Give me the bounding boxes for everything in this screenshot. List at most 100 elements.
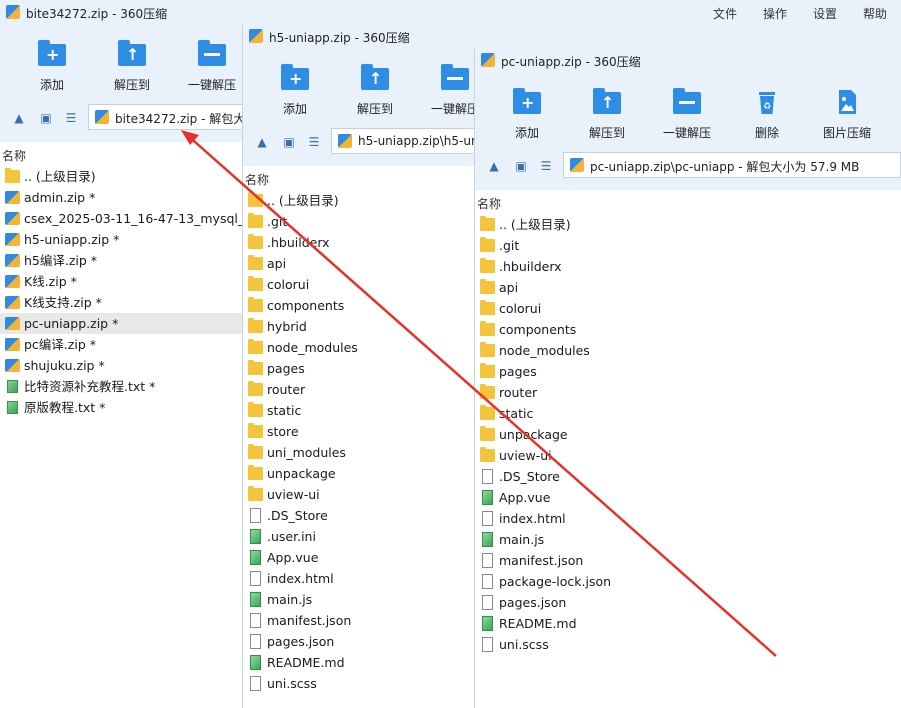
delete-button[interactable]: ♻ 删除 (732, 72, 802, 142)
file-name: api (499, 280, 519, 295)
list-item[interactable]: main.js (475, 529, 901, 550)
one-click-extract-button[interactable]: 一键解压 (177, 24, 247, 94)
list-item[interactable]: App.vue (475, 487, 901, 508)
list-item[interactable]: router (475, 382, 901, 403)
folder-icon (248, 381, 263, 396)
file-name: static (499, 406, 534, 421)
list-item[interactable]: pages (475, 361, 901, 382)
file-name: K线支持.zip * (24, 295, 102, 310)
one-click-folder-icon (198, 40, 226, 66)
zip-icon (338, 134, 352, 148)
list-item[interactable]: uview-ui (475, 445, 901, 466)
list-item[interactable]: package-lock.json (475, 571, 901, 592)
file-name: .user.ini (267, 529, 316, 544)
image-compress-button[interactable]: 图片压缩 (812, 72, 882, 142)
file-name: .. (上级目录) (24, 169, 96, 184)
extract-to-button[interactable]: ↑ 解压到 (340, 48, 410, 118)
extract-to-button[interactable]: ↑ 解压到 (97, 24, 167, 94)
file-name: uview-ui (499, 448, 552, 463)
add-folder-icon: + (513, 88, 541, 114)
up-arrow-icon[interactable]: ▲ (487, 160, 501, 172)
list-item[interactable]: .. (上级目录) (475, 214, 901, 235)
list-view-icon[interactable]: ☰ (307, 136, 321, 148)
folder-icon (480, 384, 495, 399)
window-pc-uniapp[interactable]: pc-uniapp.zip - 360压缩 + 添加 ↑ 解压到 一键解压 ♻ … (474, 48, 901, 708)
list-item[interactable]: .DS_Store (475, 466, 901, 487)
file-name: pages.json (499, 595, 567, 610)
file-name: unpackage (499, 427, 568, 442)
folder-icon (248, 297, 263, 312)
folder-icon (248, 423, 263, 438)
file-icon (482, 595, 493, 610)
file-name: .. (上级目录) (267, 193, 339, 208)
one-click-extract-button[interactable]: 一键解压 (652, 72, 722, 142)
title-bar[interactable]: h5-uniapp.zip - 360压缩 (243, 24, 901, 48)
add-button[interactable]: + 添加 (492, 72, 562, 142)
zip-icon (95, 110, 109, 124)
up-arrow-icon[interactable]: ▲ (255, 136, 269, 148)
path-field[interactable]: pc-uniapp.zip\pc-uniapp - 解包大小为 57.9 MB (563, 152, 901, 178)
folder-icon (248, 486, 263, 501)
green-file-icon (482, 490, 493, 505)
extract-to-button[interactable]: ↑ 解压到 (572, 72, 642, 142)
list-item[interactable]: colorui (475, 298, 901, 319)
title-bar[interactable]: pc-uniapp.zip - 360压缩 (475, 48, 901, 72)
menu-file[interactable]: 文件 (713, 5, 737, 22)
file-name: shujuku.zip * (24, 358, 105, 373)
list-item[interactable]: static (475, 403, 901, 424)
file-icon (482, 553, 493, 568)
list-item[interactable]: .git (475, 235, 901, 256)
menu-settings[interactable]: 设置 (813, 5, 837, 22)
file-name: index.html (499, 511, 566, 526)
txt-icon (7, 380, 18, 393)
folder-icon (248, 360, 263, 375)
list-item[interactable]: uni.scss (475, 634, 901, 655)
list-item[interactable]: api (475, 277, 901, 298)
green-file-icon (250, 655, 261, 670)
menu-help[interactable]: 帮助 (863, 5, 887, 22)
extract-folder-icon: ↑ (118, 40, 146, 66)
add-button[interactable]: + 添加 (260, 48, 330, 118)
file-name: K线.zip * (24, 274, 77, 289)
image-compress-icon (833, 88, 861, 114)
folder-icon (480, 237, 495, 252)
zip-icon (570, 158, 584, 172)
list-item[interactable]: manifest.json (475, 550, 901, 571)
list-item[interactable]: README.md (475, 613, 901, 634)
zip-app-icon (481, 53, 495, 67)
column-header-name[interactable]: 名称 (245, 171, 269, 188)
list-item[interactable]: .hbuilderx (475, 256, 901, 277)
zip-app-icon (6, 5, 20, 19)
column-header-name[interactable]: 名称 (2, 147, 26, 164)
one-click-folder-icon (673, 88, 701, 114)
add-button[interactable]: + 添加 (17, 24, 87, 94)
extract-folder-icon: ↑ (593, 88, 621, 114)
list-item[interactable]: index.html (475, 508, 901, 529)
folder-icon (480, 405, 495, 420)
list-item[interactable]: node_modules (475, 340, 901, 361)
file-name: .. (上级目录) (499, 217, 571, 232)
file-icon (250, 676, 261, 691)
thumbnail-view-icon[interactable]: ▣ (514, 160, 528, 172)
list-item[interactable]: unpackage (475, 424, 901, 445)
thumbnail-view-icon[interactable]: ▣ (39, 112, 53, 124)
list-item[interactable]: components (475, 319, 901, 340)
file-name: static (267, 403, 302, 418)
file-icon (250, 508, 261, 523)
menu-action[interactable]: 操作 (763, 5, 787, 22)
file-name: index.html (267, 571, 334, 586)
add-folder-icon: + (38, 40, 66, 66)
window-title: pc-uniapp.zip - 360压缩 (501, 55, 641, 69)
list-view-icon[interactable]: ☰ (64, 112, 78, 124)
file-name: .hbuilderx (267, 235, 330, 250)
zip-icon (5, 296, 20, 309)
thumbnail-view-icon[interactable]: ▣ (282, 136, 296, 148)
file-icon (482, 511, 493, 526)
list-item[interactable]: pages.json (475, 592, 901, 613)
file-name: pages (267, 361, 305, 376)
folder-icon (248, 402, 263, 417)
title-bar[interactable]: bite34272.zip - 360压缩 文件 操作 设置 帮助 (0, 0, 901, 24)
up-arrow-icon[interactable]: ▲ (12, 112, 26, 124)
list-view-icon[interactable]: ☰ (539, 160, 553, 172)
column-header-name[interactable]: 名称 (477, 195, 501, 212)
